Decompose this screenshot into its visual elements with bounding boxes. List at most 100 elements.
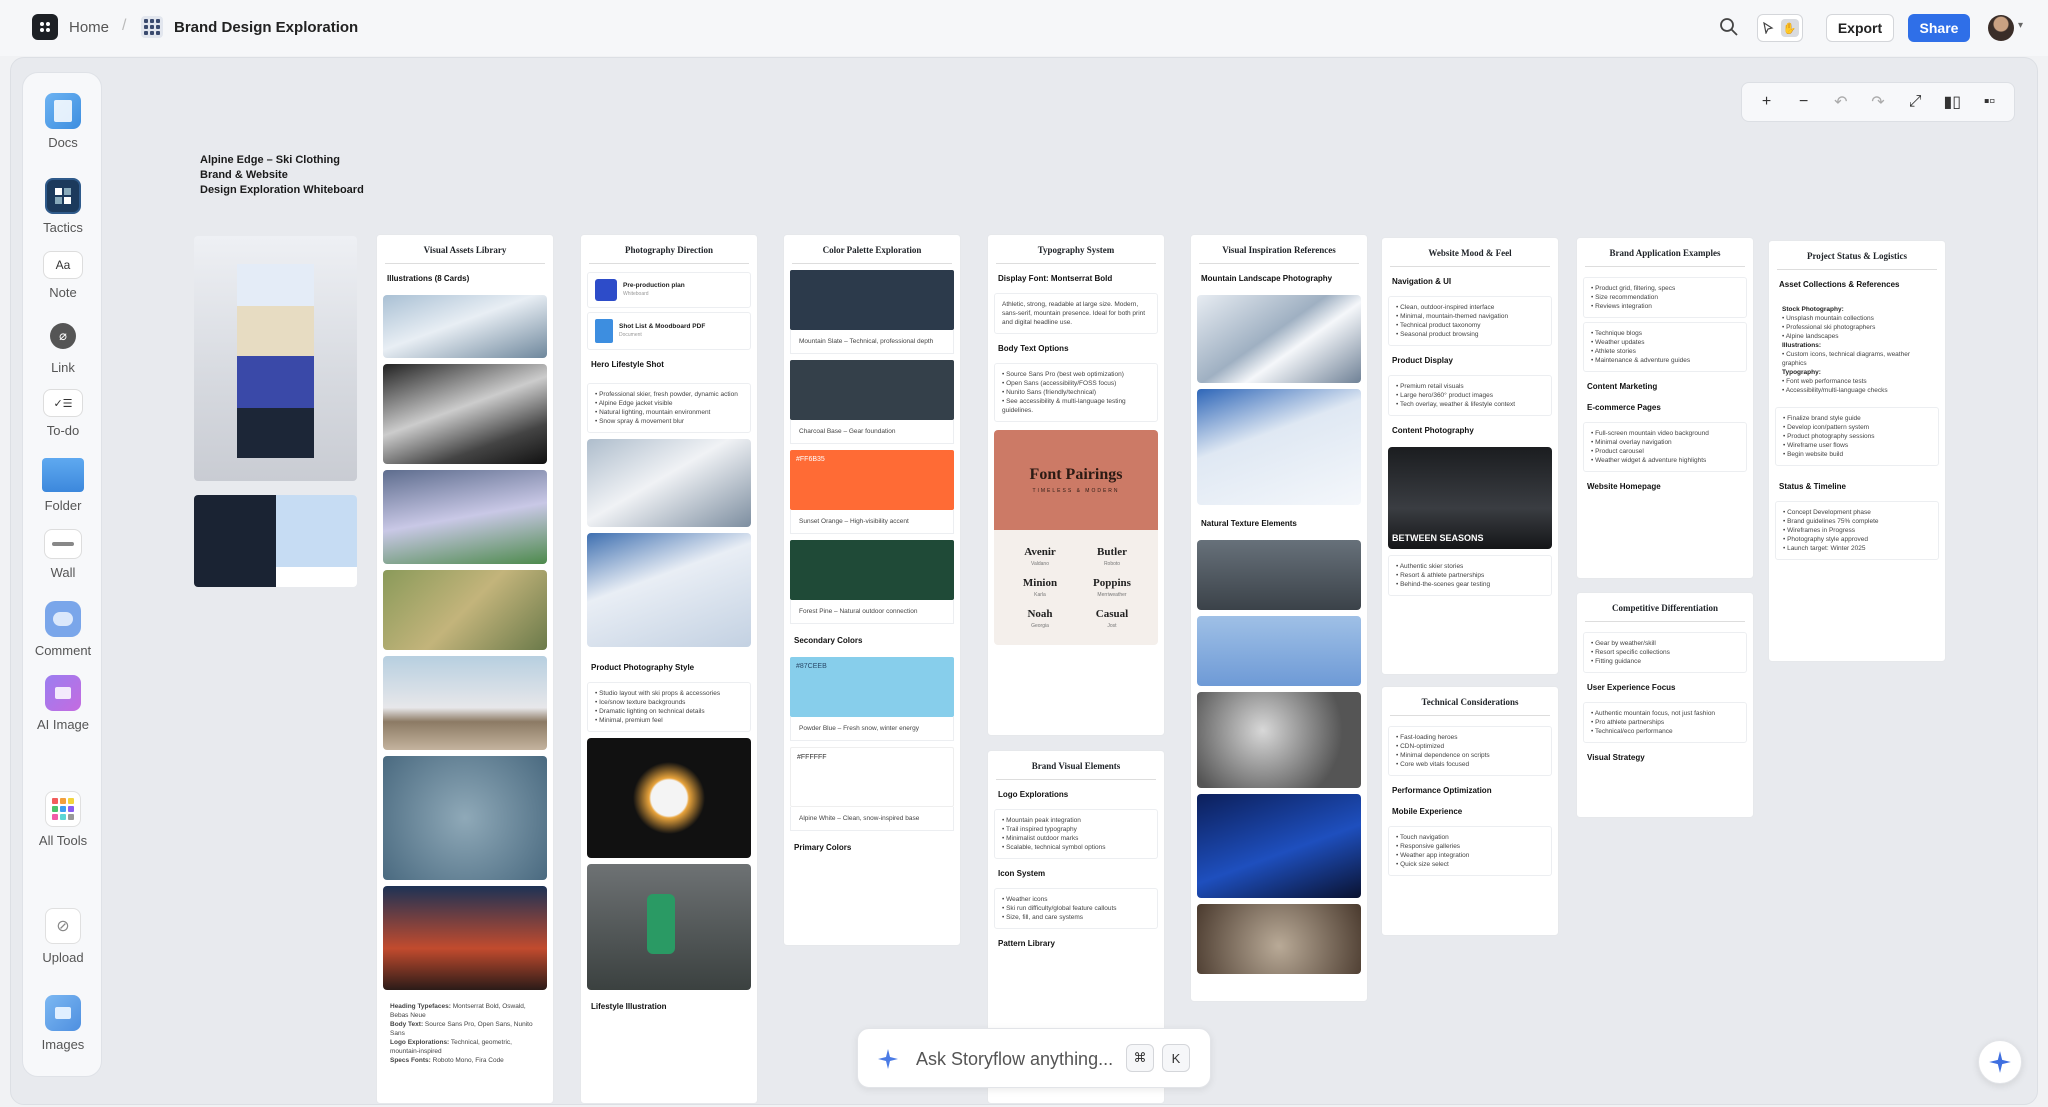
board-title[interactable]: Brand Design Exploration — [174, 19, 358, 36]
website-preview-image[interactable] — [194, 495, 357, 587]
doc-type: Whiteboard — [623, 291, 649, 297]
skier-lifestyle-photo[interactable] — [587, 864, 751, 990]
bullet: • Brand guidelines 75% complete — [1783, 518, 1879, 525]
zoom-in-icon[interactable]: + — [1753, 93, 1781, 111]
bullet-card[interactable]: • Gear by weather/skill • Resort specifi… — [1583, 632, 1747, 673]
zoom-out-icon[interactable]: − — [1790, 93, 1818, 111]
rock-texture-photo[interactable] — [1197, 540, 1361, 610]
layout-columns-icon[interactable]: ▮▯ — [1938, 92, 1966, 112]
frost-texture-photo[interactable] — [1197, 692, 1361, 788]
color-swatch — [790, 360, 954, 420]
bullet-card[interactable]: • Mountain peak integration • Trail insp… — [994, 809, 1158, 859]
export-button[interactable]: Export — [1826, 14, 1894, 42]
bullet-card[interactable]: • Professional skier, fresh powder, dyna… — [587, 383, 751, 433]
bullet-card[interactable]: • Finalize brand style guide • Develop i… — [1775, 407, 1939, 466]
search-icon[interactable] — [1718, 16, 1740, 38]
bullet-card[interactable]: • Authentic mountain focus, not just fas… — [1583, 702, 1747, 743]
swatch-card[interactable]: #FFFFFF Alpine White – Clean, snow-inspi… — [784, 747, 960, 831]
tool-link[interactable]: ⌀ Link — [23, 318, 103, 375]
tool-upload[interactable]: ⊘ Upload — [23, 908, 103, 965]
ice-texture-photo[interactable] — [1197, 904, 1361, 974]
bullet-card[interactable]: • Clean, outdoor-inspired interface • Mi… — [1388, 296, 1552, 346]
sunset-mountain-illustration[interactable] — [383, 656, 547, 750]
cloud-illustration[interactable] — [383, 756, 547, 880]
bullet-card[interactable]: • Studio layout with ski props & accesso… — [587, 682, 751, 732]
snow-texture-photo[interactable] — [1197, 616, 1361, 686]
mountain-illustration[interactable] — [383, 295, 547, 358]
ai-assistant-button[interactable] — [1978, 1040, 2022, 1084]
jacket-product-photo[interactable] — [587, 738, 751, 858]
swatch-card[interactable]: Mountain Slate – Technical, professional… — [784, 270, 960, 354]
fit-screen-icon[interactable]: ⤢ — [1901, 93, 1929, 111]
command-key: ⌘ — [1126, 1044, 1154, 1072]
bullet-card[interactable]: • Source Sans Pro (best web optimization… — [994, 363, 1158, 422]
mountain-bw-illustration[interactable] — [383, 364, 547, 464]
breadcrumb-home[interactable]: Home — [69, 19, 109, 36]
tool-ai-image[interactable]: AI Image — [23, 675, 103, 732]
skier-night-photo[interactable] — [1197, 794, 1361, 898]
pointer-tools[interactable]: ✋ — [1757, 14, 1803, 42]
color-palette-column[interactable]: Color Palette Exploration Mountain Slate… — [783, 234, 961, 946]
bullet-card[interactable]: • Full-screen mountain video background … — [1583, 422, 1747, 472]
bullet: • Product photography sessions — [1783, 433, 1875, 440]
swatch-card[interactable]: Forest Pine – Natural outdoor connection — [784, 540, 960, 624]
inspiration-column[interactable]: Visual Inspiration References Mountain L… — [1190, 234, 1368, 1002]
doc-link-card[interactable]: Shot List & Moodboard PDF Document — [587, 312, 751, 350]
chevron-down-icon[interactable]: ▾ — [2018, 20, 2023, 31]
bullet: • Pro athlete partnerships — [1591, 719, 1665, 726]
share-button[interactable]: Share — [1908, 14, 1970, 42]
bullet-card[interactable]: • Product grid, filtering, specs • Size … — [1583, 277, 1747, 318]
bullet-card[interactable]: Stock Photography: • Unsplash mountain c… — [1775, 299, 1939, 401]
hand-icon[interactable]: ✋ — [1780, 19, 1799, 37]
bullet-card[interactable]: • Technique blogs • Weather updates • At… — [1583, 322, 1747, 372]
font-notes-card[interactable]: Heading Typefaces: Montserrat Bold, Oswa… — [383, 996, 547, 1071]
bullet-card[interactable]: • Fast-loading heroes • CDN-optimized • … — [1388, 726, 1552, 776]
bullet-card[interactable]: • Premium retail visuals • Large hero/36… — [1388, 375, 1552, 416]
font-pairings-image[interactable]: Font Pairings TIMELESS & MODERN Avenir Va… — [994, 430, 1158, 645]
undo-icon[interactable]: ↶ — [1827, 92, 1855, 112]
snow-mountain-photo[interactable] — [587, 439, 751, 527]
technical-column[interactable]: Technical Considerations • Fast-loading … — [1381, 686, 1559, 936]
bullet: • Fast-loading heroes — [1396, 734, 1458, 741]
between-seasons-image[interactable]: BETWEEN SEASONS — [1388, 447, 1552, 549]
snow-slope-photo[interactable] — [1197, 389, 1361, 505]
competitive-column[interactable]: Competitive Differentiation • Gear by we… — [1576, 592, 1754, 818]
mountain-peak-photo[interactable] — [1197, 295, 1361, 383]
cursor-icon[interactable] — [1762, 22, 1774, 34]
tool-note[interactable]: Aa Note — [23, 251, 103, 300]
skier-sunset-illustration[interactable] — [383, 886, 547, 990]
palette-preview-image[interactable] — [194, 236, 357, 481]
tool-todo[interactable]: ✓☰ To-do — [23, 389, 103, 438]
redo-icon[interactable]: ↷ — [1864, 92, 1892, 112]
ask-storyflow-placeholder[interactable]: Ask Storyflow anything... — [916, 1049, 1113, 1070]
tool-docs[interactable]: Docs — [23, 93, 103, 150]
visual-assets-column[interactable]: Visual Assets Library Illustrations (8 C… — [376, 234, 554, 1104]
snow-ridge-photo[interactable] — [587, 533, 751, 647]
tool-all-tools[interactable]: All Tools — [23, 791, 103, 848]
tool-wall[interactable]: Wall — [23, 529, 103, 580]
bullet-card[interactable]: • Touch navigation • Responsive gallerie… — [1388, 826, 1552, 876]
minimap-icon[interactable]: ▪▫ — [1975, 93, 2003, 111]
project-status-column[interactable]: Project Status & Logistics Asset Collect… — [1768, 240, 1946, 662]
app-logo-icon[interactable] — [32, 14, 58, 40]
avatar[interactable] — [1988, 15, 2014, 41]
bullet-card[interactable]: • Weather icons • Ski run difficulty/glo… — [994, 888, 1158, 929]
text-card[interactable]: Athletic, strong, readable at large size… — [994, 293, 1158, 334]
terrain-illustration[interactable] — [383, 570, 547, 650]
doc-link-card[interactable]: Pre-production plan Whiteboard — [587, 272, 751, 308]
tool-tactics[interactable]: Tactics — [23, 178, 103, 235]
swatch-card[interactable]: #FF6B35 Sunset Orange – High-visibility … — [784, 450, 960, 534]
tool-folder[interactable]: Folder — [23, 458, 103, 513]
bullet-card[interactable]: • Concept Development phase • Brand guid… — [1775, 501, 1939, 560]
swatch-card[interactable]: #87CEEB Powder Blue – Fresh snow, winter… — [784, 657, 960, 741]
mountain-purple-illustration[interactable] — [383, 470, 547, 564]
tool-images[interactable]: Images — [23, 995, 103, 1052]
tool-comment[interactable]: Comment — [23, 601, 103, 658]
brand-application-column[interactable]: Brand Application Examples • Product gri… — [1576, 237, 1754, 579]
swatch-card[interactable]: Charcoal Base – Gear foundation — [784, 360, 960, 444]
website-mood-column[interactable]: Website Mood & Feel Navigation & UI • Cl… — [1381, 237, 1559, 675]
ask-storyflow-bar[interactable]: Ask Storyflow anything... ⌘ K — [857, 1028, 1211, 1088]
photography-column[interactable]: Photography Direction Pre-production pla… — [580, 234, 758, 1104]
typography-column[interactable]: Typography System Display Font: Montserr… — [987, 234, 1165, 736]
bullet-card[interactable]: • Authentic skier stories • Resort & ath… — [1388, 555, 1552, 596]
